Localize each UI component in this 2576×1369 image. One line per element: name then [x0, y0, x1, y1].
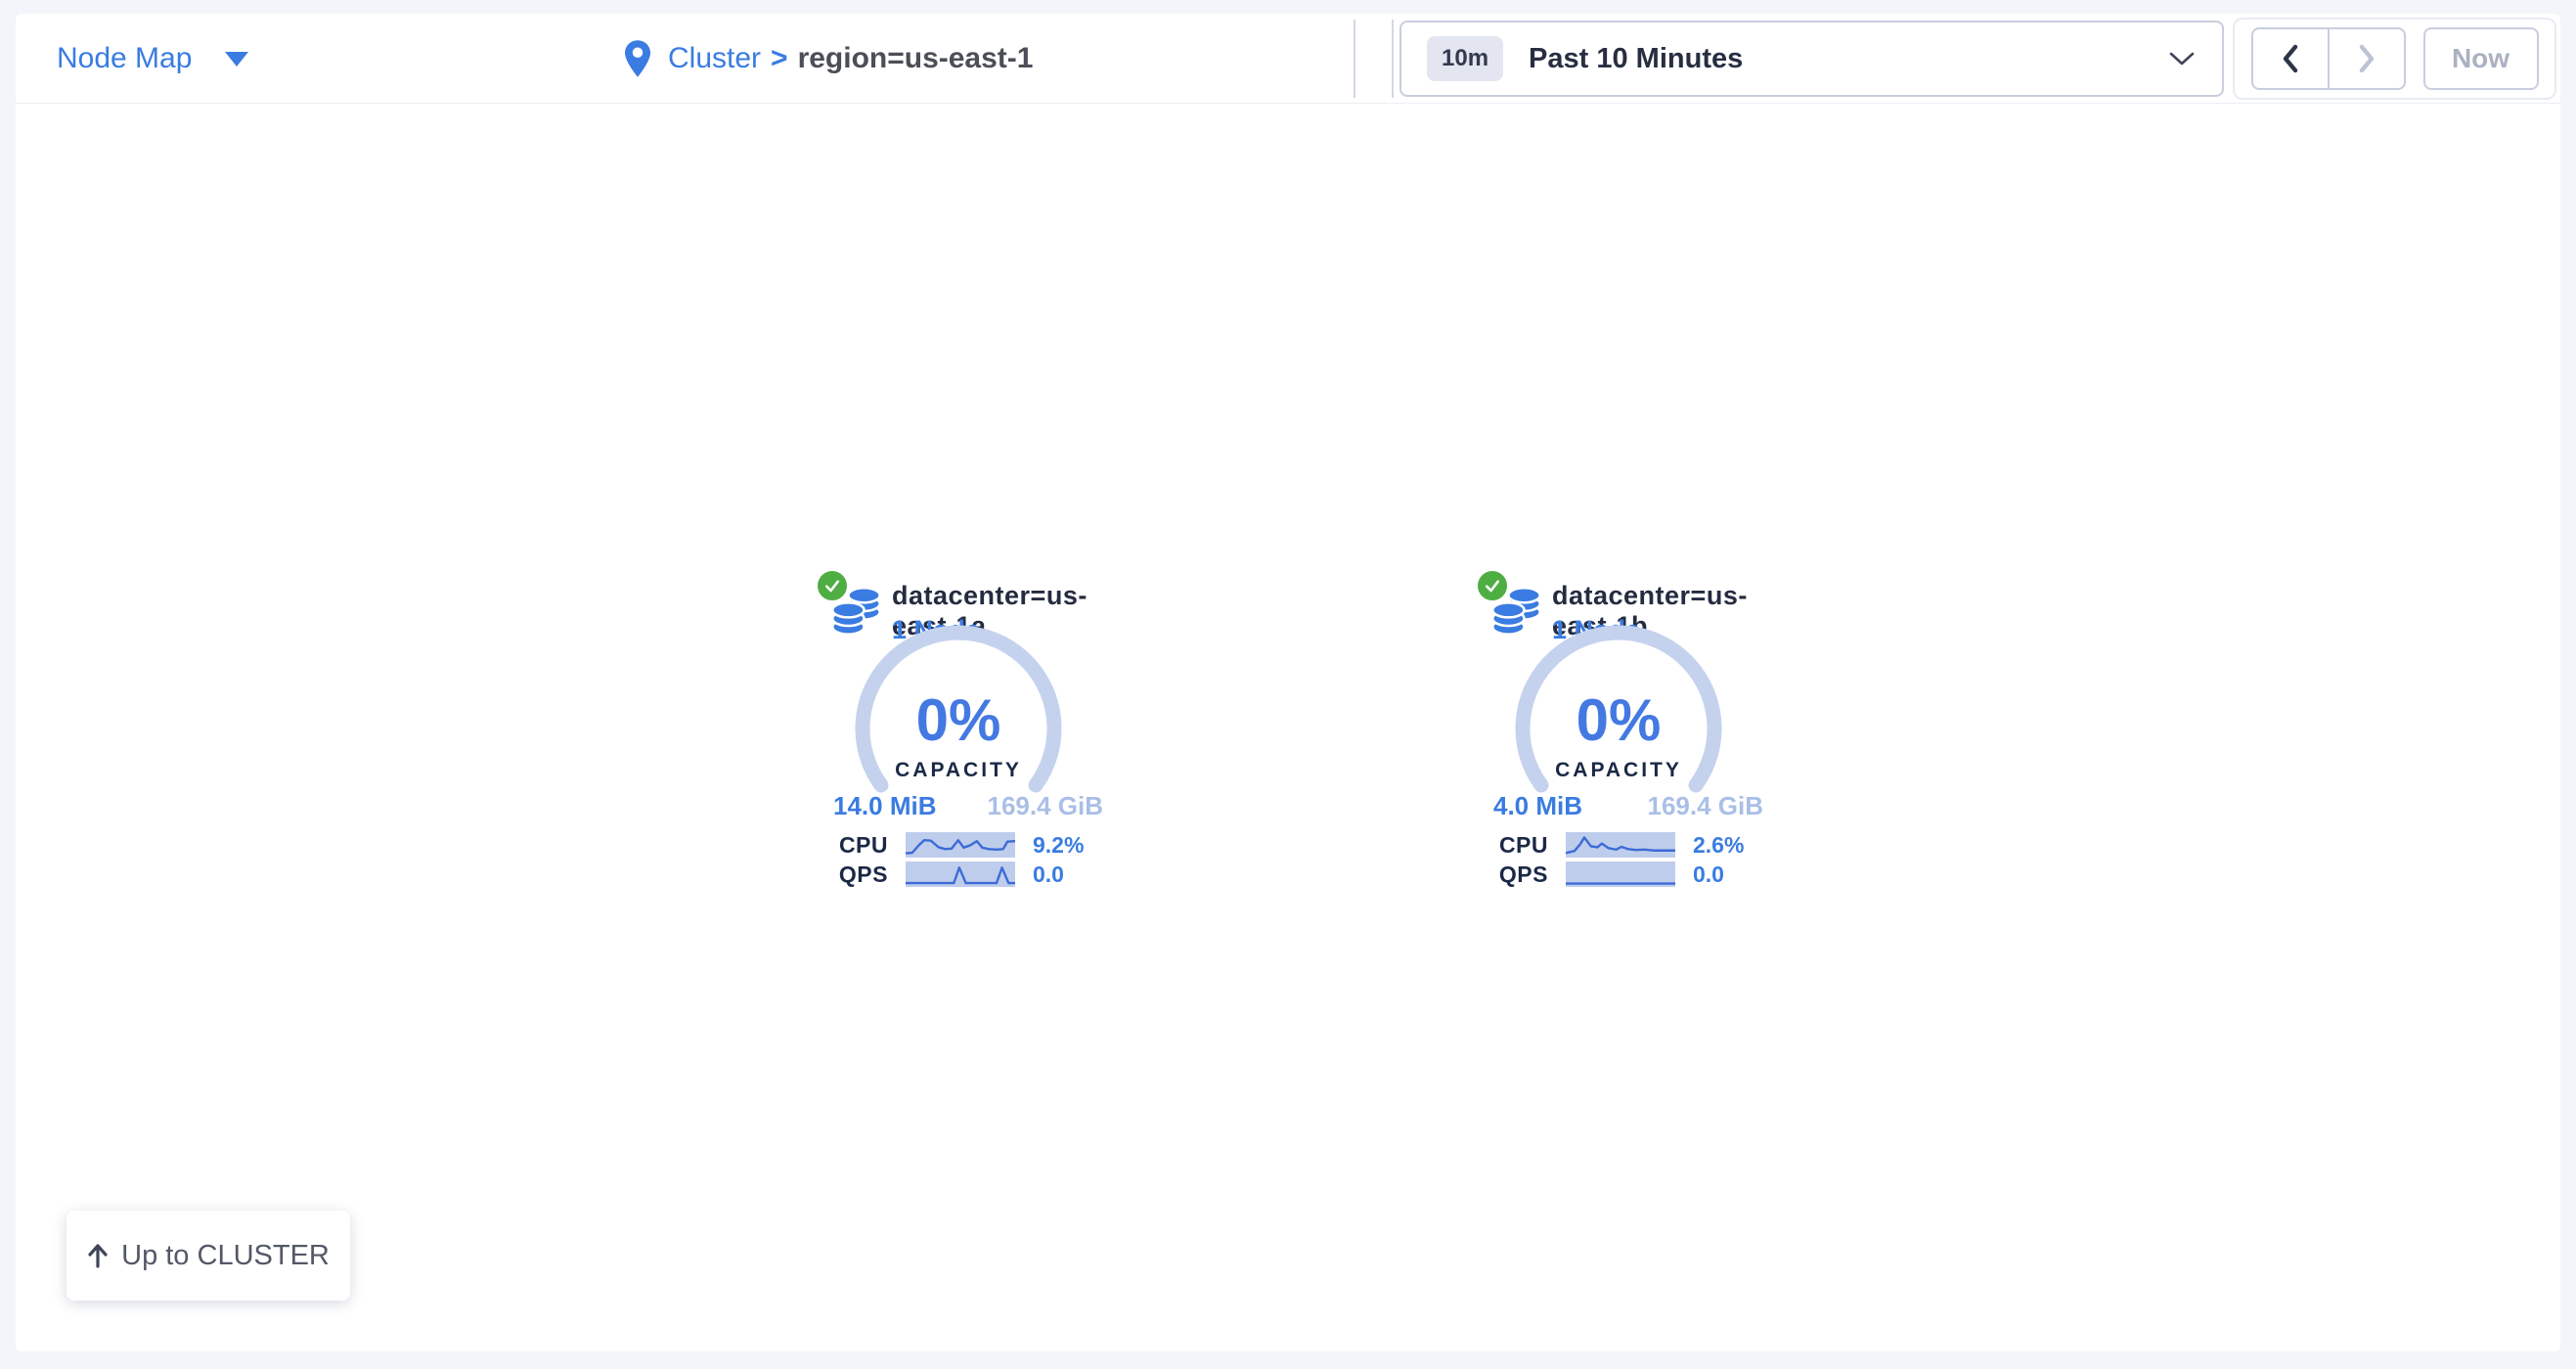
breadcrumb-cluster-link[interactable]: Cluster	[668, 42, 761, 75]
view-selector-dropdown[interactable]: Node Map	[57, 14, 248, 104]
breadcrumb: Cluster > region=us-east-1	[623, 14, 1033, 104]
cpu-label: CPU	[1433, 832, 1548, 859]
capacity-sizes: 4.0 MiB 169.4 GiB	[1493, 791, 1763, 821]
view-selector-label: Node Map	[57, 42, 192, 75]
now-button[interactable]: Now	[2423, 27, 2539, 90]
qps-value: 0.0	[1033, 861, 1064, 888]
datacenter-card-us-east-1a[interactable]: datacenter=us-east-1a 1 Node 0% CAPACITY…	[773, 565, 1144, 903]
time-nav-panel: Now	[2233, 18, 2556, 100]
capacity-label: CAPACITY	[1511, 759, 1726, 782]
qps-value: 0.0	[1693, 861, 1724, 888]
capacity-percentage: 0%	[851, 686, 1066, 754]
up-to-cluster-label: Up to CLUSTER	[121, 1240, 330, 1272]
chevron-right-icon	[2357, 44, 2376, 73]
cpu-label: CPU	[773, 832, 888, 859]
location-pin-icon	[623, 39, 652, 78]
header-bar: Node Map Cluster > region=us-east-1 10m …	[16, 14, 2560, 104]
qps-label: QPS	[1433, 861, 1548, 888]
prev-interval-button[interactable]	[2253, 29, 2328, 88]
healthy-check-icon	[816, 569, 849, 602]
capacity-total: 169.4 GiB	[987, 791, 1103, 821]
main-panel: Node Map Cluster > region=us-east-1 10m …	[16, 14, 2560, 1351]
cpu-metric-row: CPU 9.2%	[773, 832, 1144, 858]
capacity-total: 169.4 GiB	[1647, 791, 1763, 821]
up-to-cluster-button[interactable]: Up to CLUSTER	[67, 1211, 350, 1301]
time-range-badge: 10m	[1427, 36, 1503, 81]
breadcrumb-current: region=us-east-1	[798, 42, 1034, 75]
capacity-percentage: 0%	[1511, 686, 1726, 754]
time-range-dropdown[interactable]: 10m Past 10 Minutes	[1399, 21, 2224, 97]
header-divider	[1354, 20, 1355, 98]
time-step-buttons	[2251, 27, 2406, 90]
capacity-used: 4.0 MiB	[1493, 791, 1582, 821]
node-map-page: { "header": { "view_selector": { "label"…	[0, 0, 2576, 1369]
capacity-sizes: 14.0 MiB 169.4 GiB	[833, 791, 1103, 821]
datacenter-card-us-east-1b[interactable]: datacenter=us-east-1b 1 Node 0% CAPACITY…	[1433, 565, 1804, 903]
cpu-metric-row: CPU 2.6%	[1433, 832, 1804, 858]
qps-sparkline	[1566, 861, 1675, 887]
qps-label: QPS	[773, 861, 888, 888]
qps-sparkline	[906, 861, 1015, 887]
cpu-sparkline	[906, 832, 1015, 858]
time-range-label: Past 10 Minutes	[1529, 43, 1743, 75]
qps-metric-row: QPS 0.0	[773, 861, 1144, 887]
caret-down-icon	[225, 52, 248, 66]
qps-metric-row: QPS 0.0	[1433, 861, 1804, 887]
cpu-sparkline	[1566, 832, 1675, 858]
cpu-value: 2.6%	[1693, 832, 1744, 859]
healthy-check-icon	[1476, 569, 1509, 602]
chevron-down-icon	[2169, 52, 2195, 66]
next-interval-button[interactable]	[2328, 29, 2404, 88]
cpu-value: 9.2%	[1033, 832, 1084, 859]
header-divider	[1392, 20, 1394, 98]
chevron-left-icon	[2281, 44, 2300, 73]
capacity-label: CAPACITY	[851, 759, 1066, 782]
breadcrumb-separator: >	[771, 42, 788, 75]
capacity-used: 14.0 MiB	[833, 791, 937, 821]
arrow-up-icon	[87, 1243, 109, 1268]
